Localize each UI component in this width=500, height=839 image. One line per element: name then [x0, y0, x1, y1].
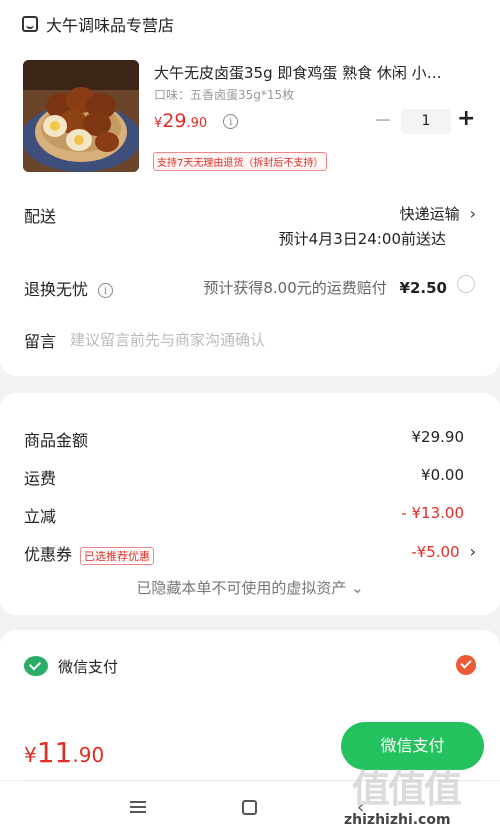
- quantity-increase-button[interactable]: +: [457, 106, 475, 131]
- delivery-method[interactable]: 快递运输 ›: [400, 203, 476, 224]
- store-name: 大午调味品专营店: [46, 16, 175, 35]
- wechat-pay-icon: [24, 656, 48, 676]
- watermark-url: zhizhizhi.com: [344, 812, 451, 828]
- shipping-value: ¥0.00: [421, 466, 464, 484]
- worry-free-description: 预计获得8.00元的运费赔付: [203, 279, 387, 297]
- worry-free-label-text: 退换无忧: [24, 280, 89, 299]
- product-title[interactable]: 大午无皮卤蛋35g 即食鸡蛋 熟食 休闲 小…: [154, 62, 474, 83]
- coupon-value-row[interactable]: -¥5.00 ›: [411, 542, 476, 561]
- store-icon: [22, 16, 38, 32]
- worry-free-label: 退换无忧 i: [24, 276, 114, 300]
- store-header[interactable]: 大午调味品专营店: [22, 12, 174, 36]
- goods-amount-label: 商品金额: [24, 431, 89, 450]
- shipping-label: 运费: [24, 469, 57, 488]
- checked-icon[interactable]: [456, 655, 476, 675]
- total-decimal: .90: [72, 743, 105, 767]
- delivery-label: 配送: [24, 207, 57, 226]
- quantity-input[interactable]: 1: [401, 109, 451, 134]
- discount-label: 立减: [24, 507, 57, 526]
- message-label: 留言: [24, 332, 57, 351]
- total-currency: ¥: [24, 743, 37, 767]
- delivery-estimate: 预计4月3日24:00前送达: [278, 230, 446, 248]
- payment-method-label[interactable]: 微信支付: [58, 656, 118, 677]
- price-info-icon[interactable]: i: [223, 114, 239, 129]
- braised-eggs-image: [23, 60, 139, 172]
- home-icon[interactable]: [242, 800, 257, 815]
- quantity-decrease-button[interactable]: −: [374, 108, 392, 133]
- order-item-card: [0, 0, 500, 376]
- worry-free-radio[interactable]: [457, 275, 475, 293]
- watermark-logo: 值值值: [352, 767, 462, 811]
- product-image[interactable]: [23, 60, 139, 172]
- worry-free-price: ¥2.50: [399, 279, 447, 297]
- goods-amount-value: ¥29.90: [411, 428, 465, 446]
- product-spec[interactable]: 口味：五香卤蛋35g*15枚: [154, 86, 294, 103]
- total-integer: 11: [36, 736, 73, 769]
- delivery-method-text: 快递运输: [399, 205, 460, 223]
- price-integer: 29: [162, 110, 187, 132]
- price-decimal: .90: [186, 116, 208, 131]
- coupon-label: 优惠券: [24, 545, 73, 564]
- message-input[interactable]: 建议留言前先与商家沟通确认: [70, 329, 265, 350]
- hidden-assets-toggle[interactable]: 已隐藏本单不可使用的虚拟资产 ⌄: [0, 577, 500, 598]
- product-price: ¥29.90 i: [154, 110, 239, 132]
- chevron-right-icon: ›: [469, 204, 476, 223]
- total-price: ¥11.90: [24, 736, 104, 769]
- discount-value: - ¥13.00: [401, 504, 464, 522]
- menu-icon[interactable]: [130, 801, 146, 813]
- return-policy-tag: 支持7天无理由退货（拆封后不支持）: [153, 152, 328, 171]
- coupon-row[interactable]: 优惠券 已选推荐优惠: [24, 541, 155, 565]
- coupon-value: -¥5.00: [411, 543, 460, 561]
- chevron-right-icon: ›: [469, 542, 476, 561]
- worry-free-desc: 预计获得8.00元的运费赔付 ¥2.50: [203, 277, 447, 298]
- worry-free-info-icon[interactable]: i: [98, 283, 114, 298]
- coupon-tag: 已选推荐优惠: [80, 546, 155, 565]
